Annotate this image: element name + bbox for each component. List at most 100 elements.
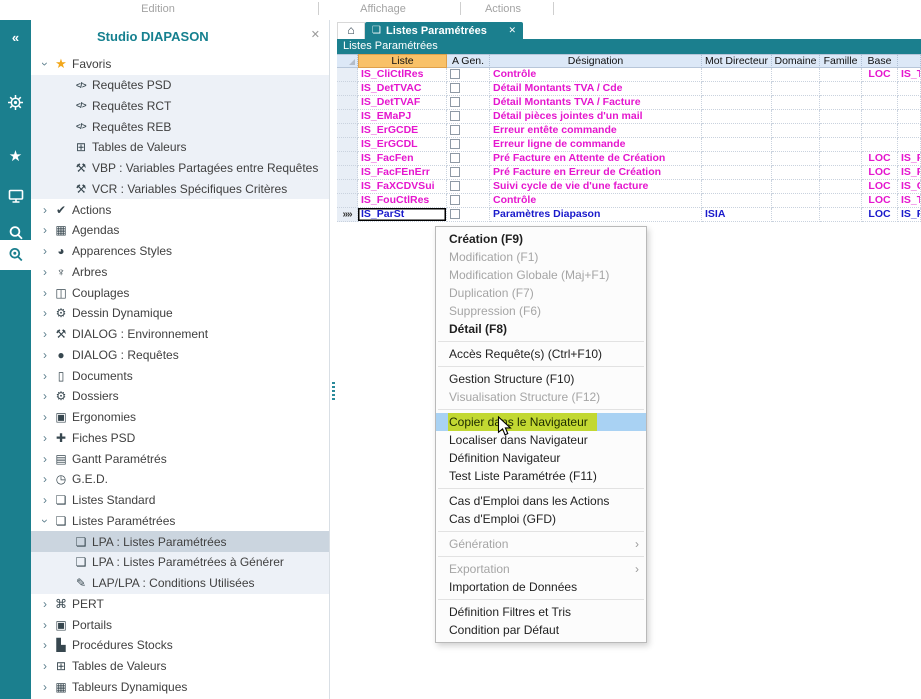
cell-domaine[interactable] bbox=[772, 208, 820, 222]
tree-item-dossiers[interactable]: ›⚙Dossiers bbox=[31, 386, 329, 407]
cell-famille[interactable] bbox=[820, 166, 862, 180]
cell-domaine[interactable] bbox=[772, 152, 820, 166]
cell-designation[interactable]: Erreur entête commande bbox=[490, 124, 702, 138]
tab-home[interactable]: ⌂ bbox=[337, 22, 365, 39]
tree-item-ergonomies[interactable]: ›▣Ergonomies bbox=[31, 407, 329, 428]
tree-item-gantt-parametres[interactable]: ›▤Gantt Paramétrés bbox=[31, 448, 329, 469]
row-selector-cell[interactable]: »» bbox=[337, 208, 358, 222]
cell-a-gen[interactable] bbox=[447, 152, 490, 166]
checkbox-unchecked[interactable] bbox=[450, 167, 460, 177]
menu-item-cas-d-emploi-dans-les-actions[interactable]: Cas d'Emploi dans les Actions bbox=[436, 492, 646, 510]
cell-designation[interactable]: Détail Montants TVA / Facture bbox=[490, 96, 702, 110]
cell-liste[interactable]: IS_EMaPJ bbox=[358, 110, 447, 124]
tree-item-lpa-listes-parametrees-a-generer[interactable]: ❏LPA : Listes Paramétrées à Générer bbox=[31, 552, 329, 573]
cell-designation[interactable]: Contrôle bbox=[490, 68, 702, 82]
chevron-right-icon[interactable]: › bbox=[38, 680, 52, 694]
chevron-right-icon[interactable]: › bbox=[38, 638, 52, 652]
cell-famille[interactable] bbox=[820, 152, 862, 166]
cell-base[interactable]: LOC bbox=[862, 194, 898, 208]
tree-item-favoris[interactable]: ›★Favoris bbox=[31, 54, 329, 75]
checkbox-unchecked[interactable] bbox=[450, 139, 460, 149]
tree-item-portails[interactable]: ›▣Portails bbox=[31, 614, 329, 635]
checkbox-unchecked[interactable] bbox=[450, 153, 460, 163]
cell-famille[interactable] bbox=[820, 96, 862, 110]
cell-mot-directeur[interactable] bbox=[702, 166, 772, 180]
tree-item-documents[interactable]: ›▯Documents bbox=[31, 365, 329, 386]
cell-base[interactable] bbox=[862, 138, 898, 152]
row-selector-cell[interactable] bbox=[337, 152, 358, 166]
chevron-right-icon[interactable]: › bbox=[38, 389, 52, 403]
cell-mot-directeur[interactable] bbox=[702, 124, 772, 138]
cell-famille[interactable] bbox=[820, 194, 862, 208]
row-selector-cell[interactable] bbox=[337, 68, 358, 82]
cell-liste[interactable]: IS_ErGCDL bbox=[358, 138, 447, 152]
chevron-right-icon[interactable]: › bbox=[38, 327, 52, 341]
column-header-domaine[interactable]: Domaine bbox=[772, 54, 820, 68]
table-row-is-fouctlres[interactable]: IS_FouCtlResContrôleLOCIS_T bbox=[337, 194, 921, 208]
cell-base[interactable] bbox=[862, 124, 898, 138]
tree-item-dialog-environnement[interactable]: ›⚒DIALOG : Environnement bbox=[31, 324, 329, 345]
table-row-is-ergcdl[interactable]: IS_ErGCDLErreur ligne de commande bbox=[337, 138, 921, 152]
cell-base[interactable]: LOC bbox=[862, 68, 898, 82]
tree-item-couplages[interactable]: ›◫Couplages bbox=[31, 282, 329, 303]
menu-item-copier-dans-le-navigateur[interactable]: Copier dans le Navigateur bbox=[436, 413, 646, 431]
cell-famille[interactable] bbox=[820, 82, 862, 96]
cell-domaine[interactable] bbox=[772, 166, 820, 180]
screens-icon[interactable] bbox=[0, 187, 31, 205]
select-all-triangle-icon[interactable] bbox=[349, 59, 355, 65]
column-header-liste[interactable]: Liste bbox=[358, 54, 447, 68]
table-row-is-facfen[interactable]: IS_FacFenPré Facture en Attente de Créat… bbox=[337, 152, 921, 166]
cell-famille[interactable] bbox=[820, 138, 862, 152]
cell-designation[interactable]: Détail Montants TVA / Cde bbox=[490, 82, 702, 96]
cell-extra[interactable] bbox=[898, 96, 921, 110]
menu-item-cas-d-emploi-gfd[interactable]: Cas d'Emploi (GFD) bbox=[436, 510, 646, 528]
table-row-is-emapj[interactable]: IS_EMaPJDétail pièces jointes d'un mail bbox=[337, 110, 921, 124]
checkbox-unchecked[interactable] bbox=[450, 83, 460, 93]
cell-liste[interactable]: IS_FacFEnErr bbox=[358, 166, 447, 180]
checkbox-unchecked[interactable] bbox=[450, 181, 460, 191]
cell-extra[interactable]: IS_F bbox=[898, 166, 921, 180]
tree-item-vcr-variables-specifiques-criteres[interactable]: ⚒VCR : Variables Spécifiques Critères bbox=[31, 179, 329, 200]
cell-mot-directeur[interactable]: ISIA bbox=[702, 208, 772, 222]
cell-domaine[interactable] bbox=[772, 82, 820, 96]
column-header-designation[interactable]: Désignation bbox=[490, 54, 702, 68]
cell-domaine[interactable] bbox=[772, 180, 820, 194]
cell-mot-directeur[interactable] bbox=[702, 138, 772, 152]
chevron-right-icon[interactable]: › bbox=[38, 244, 52, 258]
checkbox-unchecked[interactable] bbox=[450, 69, 460, 79]
cell-a-gen[interactable] bbox=[447, 96, 490, 110]
chevron-right-icon[interactable]: › bbox=[38, 493, 52, 507]
cell-a-gen[interactable] bbox=[447, 166, 490, 180]
cell-designation[interactable]: Suivi cycle de vie d'une facture bbox=[490, 180, 702, 194]
cell-famille[interactable] bbox=[820, 68, 862, 82]
tree-item-actions[interactable]: ›✔Actions bbox=[31, 199, 329, 220]
cell-mot-directeur[interactable] bbox=[702, 82, 772, 96]
menu-item-importation-de-donnees[interactable]: Importation de Données bbox=[436, 578, 646, 596]
cell-a-gen[interactable] bbox=[447, 208, 490, 222]
row-selector-cell[interactable] bbox=[337, 180, 358, 194]
menu-item-detail-f8[interactable]: Détail (F8) bbox=[436, 320, 646, 338]
cell-a-gen[interactable] bbox=[447, 82, 490, 96]
menu-item-definition-navigateur[interactable]: Définition Navigateur bbox=[436, 449, 646, 467]
cell-liste[interactable]: IS_CliCtlRes bbox=[358, 68, 447, 82]
cell-liste[interactable]: IS_ErGCDE bbox=[358, 124, 447, 138]
tree-item-lpa-listes-parametrees[interactable]: ❏LPA : Listes Paramétrées bbox=[31, 531, 329, 552]
cell-a-gen[interactable] bbox=[447, 68, 490, 82]
chevron-right-icon[interactable]: › bbox=[38, 223, 52, 237]
menu-item-condition-par-defaut[interactable]: Condition par Défaut bbox=[436, 621, 646, 639]
chevron-right-icon[interactable]: › bbox=[38, 452, 52, 466]
collapse-panel-icon[interactable]: « bbox=[0, 29, 31, 47]
menu-item-creation-f9[interactable]: Création (F9) bbox=[436, 230, 646, 248]
table-row-is-parst[interactable]: »»IS_ParStParamètres DiapasonISIALOCIS_P bbox=[337, 208, 921, 222]
column-header-mot-directeur[interactable]: Mot Directeur bbox=[702, 54, 772, 68]
chevron-right-icon[interactable]: › bbox=[38, 431, 52, 445]
table-row-is-ergcde[interactable]: IS_ErGCDE Erreur entête commande bbox=[337, 124, 921, 138]
cell-famille[interactable] bbox=[820, 110, 862, 124]
chevron-right-icon[interactable]: › bbox=[38, 369, 52, 383]
chevron-down-icon[interactable]: › bbox=[38, 57, 52, 71]
tree-item-fiches-psd[interactable]: ›✚Fiches PSD bbox=[31, 428, 329, 449]
chevron-right-icon[interactable]: › bbox=[38, 597, 52, 611]
cell-mot-directeur[interactable] bbox=[702, 68, 772, 82]
cell-domaine[interactable] bbox=[772, 110, 820, 124]
cell-base[interactable]: LOC bbox=[862, 166, 898, 180]
